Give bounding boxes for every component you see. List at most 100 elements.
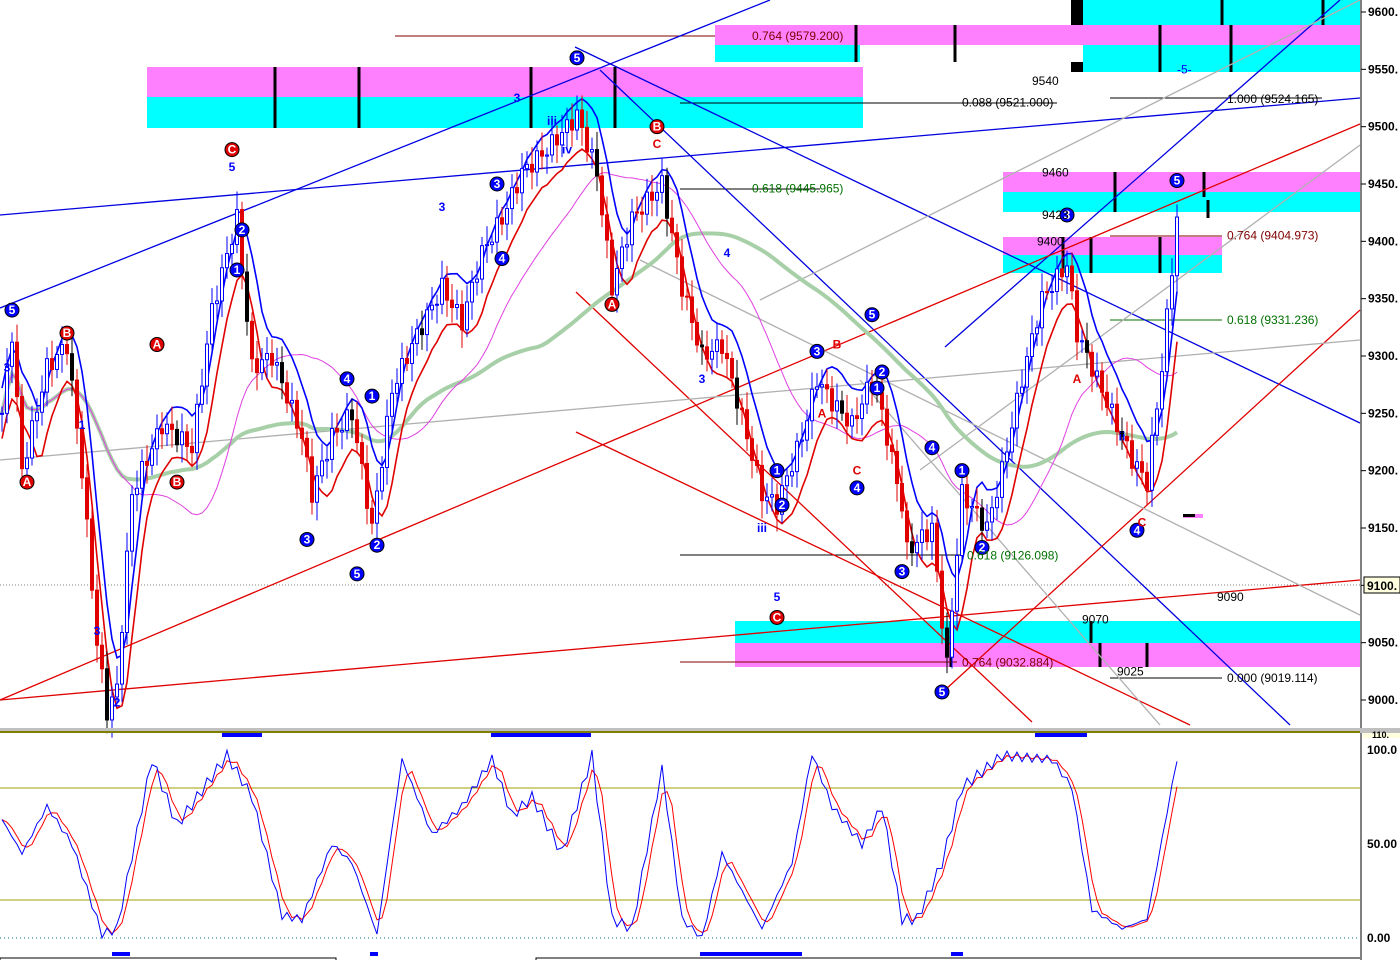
candle-up: [1170, 275, 1174, 310]
wave-label-text: 4: [724, 246, 731, 260]
price-tick-label: 9600.: [1368, 5, 1398, 19]
candle-down: [20, 396, 24, 470]
candle-up: [40, 391, 44, 413]
wave-label: B: [833, 338, 842, 352]
candle-down: [750, 438, 754, 461]
candle-up: [485, 244, 489, 247]
wave-label: B: [59, 325, 75, 341]
wave-label: 3: [489, 176, 505, 192]
candle-up: [435, 303, 439, 306]
candle-down: [65, 344, 69, 355]
candle-up: [1050, 291, 1054, 294]
candle-up: [205, 343, 209, 387]
wave-label: ii: [1119, 429, 1126, 443]
price-tick-label: 9350.: [1368, 292, 1398, 306]
wave-label: 5: [4, 302, 20, 318]
candle-up: [1000, 461, 1004, 498]
candle-down: [755, 459, 759, 466]
wave-label-text: 3: [899, 565, 906, 579]
candle-up: [655, 191, 659, 201]
candle-down: [825, 384, 829, 390]
candle-down: [880, 392, 884, 410]
wave-label-text: iv: [562, 143, 572, 157]
candle-down: [980, 507, 984, 531]
candle-up: [375, 490, 379, 524]
candle-up: [1135, 461, 1139, 469]
candle-up: [265, 353, 269, 361]
candle-up: [1095, 370, 1099, 377]
candle-up: [30, 420, 34, 459]
fib-label: 0.618 (9445.965): [752, 182, 843, 196]
candle-down: [1140, 461, 1144, 473]
candle-down: [1125, 435, 1129, 442]
wave-label-text: 3: [439, 200, 446, 214]
candle-down: [890, 444, 894, 453]
wave-label: 1: [869, 380, 885, 396]
candle-up: [345, 409, 349, 432]
wave-label: C: [769, 609, 785, 625]
candle-up: [60, 344, 64, 355]
wave-label: 4: [849, 480, 865, 496]
candle-down: [900, 483, 904, 512]
candle-down: [665, 175, 669, 219]
candle-down: [975, 506, 979, 509]
price-tick-label: 9200.: [1368, 464, 1398, 478]
candle-up: [550, 134, 554, 156]
candle-up: [180, 431, 184, 446]
wave-label: 3: [299, 531, 315, 547]
candle-down: [1090, 351, 1094, 377]
wave-label-text: 2: [879, 365, 886, 379]
candle-down: [1145, 471, 1149, 491]
candle-down: [170, 423, 174, 430]
candle-down: [845, 412, 849, 427]
candle-up: [475, 278, 479, 283]
candle-up: [1165, 308, 1169, 373]
candle-down: [500, 217, 504, 225]
candle-up: [820, 384, 824, 388]
fib-label: 0.764 (9404.973): [1227, 229, 1318, 243]
wave-label: 4: [924, 440, 940, 456]
candle-down: [1105, 391, 1109, 408]
candle-down: [50, 358, 54, 370]
wave-label-text: 3: [94, 624, 101, 638]
candle-down: [90, 518, 94, 591]
candle-up: [1065, 265, 1069, 278]
wave-label: 4: [339, 371, 355, 387]
candle-up: [525, 163, 529, 170]
candle-up: [960, 484, 964, 557]
candle-up: [135, 487, 139, 496]
candle-up: [860, 403, 864, 420]
level-label: 9025: [1117, 664, 1144, 678]
candle-up: [1015, 392, 1019, 429]
wave-label-text: 3: [699, 372, 706, 386]
candle-up: [1110, 403, 1114, 408]
candle-up: [510, 187, 514, 210]
wave-label: iii: [547, 114, 557, 128]
candle-up: [615, 268, 619, 296]
candle-down: [855, 415, 859, 420]
price-chart[interactable]: 5BA BAC2135241345BAC123512434125354313253…: [0, 0, 1400, 960]
candle-up: [490, 241, 494, 246]
wave-label-text: B: [173, 475, 182, 489]
wave-label: 3: [514, 91, 521, 105]
candle-up: [200, 385, 204, 405]
candle-down: [280, 362, 284, 384]
candle-down: [1075, 290, 1079, 343]
candle-down: [940, 570, 944, 629]
candle-down: [675, 232, 679, 258]
candle-down: [670, 217, 674, 234]
candle-up: [480, 245, 484, 280]
candle-up: [930, 522, 934, 543]
wave-label: 5: [774, 590, 781, 604]
candle-up: [230, 244, 234, 255]
zone-cyan: [1003, 255, 1222, 273]
candle-up: [1035, 327, 1039, 335]
wave-label-text: A: [153, 338, 162, 352]
candle-down: [690, 296, 694, 324]
candle-down: [580, 109, 584, 128]
wave-label-text: 5: [229, 160, 236, 174]
candle-up: [410, 343, 414, 364]
current-price-label: 9100.: [1367, 579, 1397, 593]
candle-up: [215, 300, 219, 305]
zone-cyan: [715, 45, 860, 62]
